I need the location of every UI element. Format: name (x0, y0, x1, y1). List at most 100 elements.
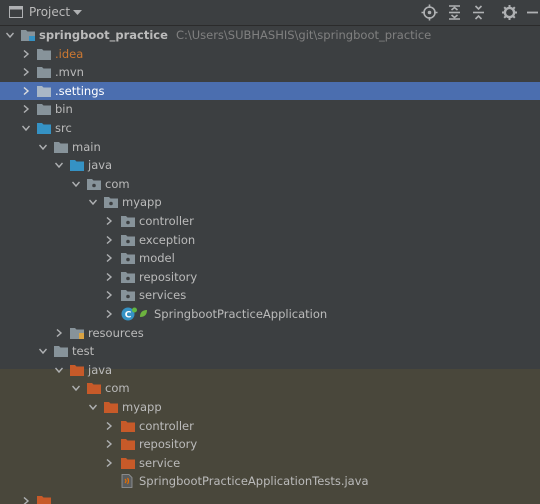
test-package-icon (121, 420, 135, 432)
tree-label-test-repository: repository (139, 437, 198, 452)
folder-icon (37, 48, 51, 60)
chevron-down-icon[interactable] (89, 403, 97, 411)
tree-row-settings[interactable]: .settings (0, 81, 540, 101)
folder-icon (37, 104, 51, 116)
package-icon (121, 290, 135, 302)
tree-label-test-controller: controller (139, 418, 194, 433)
chevron-right-icon[interactable] (105, 421, 113, 430)
tree-row-test-myapp[interactable]: myapp (0, 398, 540, 417)
tree-label-main-myapp: myapp (122, 195, 162, 210)
tree-label-test-myapp: myapp (122, 400, 162, 414)
tree-row-project[interactable]: springboot_practice C:\Users\SUBHASHIS\gi… (0, 26, 540, 45)
chevron-down-icon[interactable] (22, 124, 30, 132)
tree-label-settings: .settings (55, 83, 105, 98)
tree-label-exception: exception (139, 232, 196, 247)
chevron-right-icon[interactable] (22, 105, 30, 114)
hide-icon[interactable] (524, 4, 540, 21)
expand-all-icon[interactable] (446, 4, 463, 21)
tree-row-services[interactable]: services (0, 286, 540, 305)
chevron-right-icon[interactable] (105, 440, 113, 449)
chevron-right-icon[interactable] (22, 497, 30, 504)
chevron-right-icon[interactable] (22, 86, 30, 95)
tree-label-test-com: com (105, 381, 130, 396)
chevron-right-icon[interactable] (55, 328, 63, 337)
folder-icon (54, 141, 68, 153)
tree-row-main-java[interactable]: java (0, 156, 540, 175)
tree-row-main[interactable]: main (0, 138, 540, 157)
tree-row-resources[interactable]: resources (0, 324, 540, 343)
chevron-right-icon[interactable] (105, 217, 113, 225)
tree-row-main-com[interactable]: com (0, 175, 540, 194)
tree-row-bin[interactable]: bin (0, 100, 540, 119)
chevron-right-icon[interactable] (105, 235, 113, 244)
chevron-down-icon[interactable] (72, 384, 80, 392)
tree-row-test-repository[interactable]: repository (0, 435, 540, 454)
package-icon (121, 271, 135, 283)
test-root-folder-icon (70, 364, 84, 376)
chevron-right-icon[interactable] (105, 310, 113, 318)
chevron-right-icon[interactable] (105, 291, 113, 300)
tree-label-bin: bin (55, 102, 73, 117)
tree-row-test[interactable]: test (0, 342, 540, 361)
chevron-right-icon[interactable] (22, 68, 30, 77)
test-folder-icon (37, 496, 51, 504)
folder-icon (37, 85, 51, 97)
chevron-right-icon[interactable] (105, 272, 113, 281)
tree-label-test-service: service (139, 455, 181, 470)
project-name: springboot_practice (39, 28, 168, 42)
tree-row-partial[interactable] (0, 492, 540, 504)
tree-label-app-class: SpringbootPracticeApplication (154, 307, 328, 321)
tree-row-idea[interactable]: .idea (0, 45, 540, 64)
gear-icon[interactable] (501, 4, 518, 21)
package-icon (121, 253, 135, 265)
tree-label-test-java: java (88, 362, 113, 377)
chevron-down-icon[interactable] (55, 161, 63, 169)
tree-row-app-class[interactable]: C SpringbootPracticeApplication (0, 305, 540, 324)
tree-label-repository: repository (139, 269, 198, 284)
folder-icon (54, 346, 68, 358)
chevron-down-icon[interactable] (55, 366, 63, 374)
package-icon (121, 216, 135, 227)
tree-row-main-myapp[interactable]: myapp (0, 193, 540, 212)
source-root-folder-icon (70, 160, 84, 172)
package-icon (121, 234, 135, 246)
package-icon (104, 197, 118, 209)
tree-row-controller[interactable]: controller (0, 212, 540, 231)
tree-label-services: services (139, 288, 187, 303)
tree-label-test: test (72, 344, 95, 359)
tree-label-model: model (139, 251, 175, 266)
tree-label-test-class: SpringbootPracticeApplicationTests.java (139, 474, 369, 489)
chevron-down-icon[interactable] (39, 143, 47, 151)
test-package-icon (87, 383, 101, 395)
tree-row-model[interactable]: model (0, 249, 540, 268)
chevron-right-icon[interactable] (22, 49, 30, 58)
chevron-right-icon[interactable] (105, 458, 113, 467)
tree-row-test-service[interactable]: service (0, 454, 540, 473)
tree-row-repository[interactable]: repository (0, 268, 540, 287)
chevron-down-icon[interactable] (6, 31, 14, 39)
spring-leaf-icon (140, 310, 147, 317)
resources-folder-icon (70, 327, 84, 339)
tree-row-test-java[interactable]: java (0, 361, 540, 380)
tree-row-test-controller[interactable]: controller (0, 417, 540, 436)
chevron-down-icon[interactable] (39, 347, 47, 355)
tree-label-controller: controller (139, 214, 194, 228)
tree-row-exception[interactable]: exception (0, 231, 540, 250)
project-tree: springboot_practice C:\Users\SUBHASHIS\gi… (0, 26, 540, 504)
tree-row-mvn[interactable]: .mvn (0, 63, 540, 82)
tree-label-resources: resources (88, 325, 144, 340)
collapse-all-icon[interactable] (470, 4, 487, 21)
chevron-down-icon[interactable] (73, 10, 82, 16)
chevron-right-icon[interactable] (105, 254, 113, 263)
chevron-down-icon[interactable] (72, 180, 80, 188)
tree-row-src[interactable]: src (0, 119, 540, 138)
package-icon (87, 178, 101, 190)
test-package-icon (104, 402, 118, 413)
test-package-icon (121, 457, 135, 469)
chevron-down-icon[interactable] (89, 198, 97, 206)
tree-row-test-class[interactable]: SpringbootPracticeApplicationTests.java (0, 472, 540, 491)
project-header: Project (0, 0, 540, 26)
project-view-title[interactable]: Project (29, 5, 70, 19)
tree-row-test-com[interactable]: com (0, 379, 540, 398)
locate-icon[interactable] (421, 4, 438, 21)
